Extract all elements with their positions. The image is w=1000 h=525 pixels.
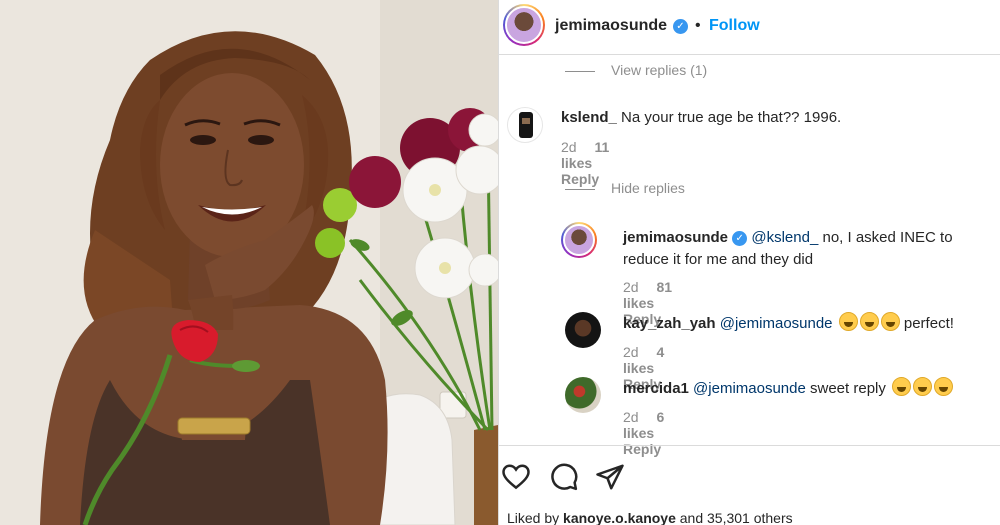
thread-dash: [565, 70, 595, 72]
view-replies-label: View replies (1): [611, 62, 708, 78]
reply-username[interactable]: kay_zah_yah: [623, 315, 716, 332]
follow-button[interactable]: Follow: [709, 17, 760, 35]
separator-dot: •: [695, 17, 701, 34]
hide-replies-toggle[interactable]: Hide replies: [565, 180, 685, 196]
commenter-avatar[interactable]: [507, 107, 543, 143]
tears-of-joy-emoji-icon: [913, 377, 933, 396]
heart-icon[interactable]: [501, 462, 531, 492]
tears-of-joy-emoji-icon: [880, 312, 900, 331]
comment-icon[interactable]: [549, 462, 579, 492]
comment-text: Na your true age be that?? 1996.: [621, 109, 842, 126]
reply-author-avatar[interactable]: [565, 377, 601, 413]
liked-by-user[interactable]: kanoye.o.kanoye: [563, 510, 676, 525]
reply-age: 2d: [623, 409, 639, 425]
verified-badge-icon: ✓: [732, 230, 748, 246]
liked-by-suffix[interactable]: and 35,301 others: [680, 510, 793, 525]
reply-author-avatar[interactable]: [561, 222, 597, 258]
verified-badge-icon: ✓: [673, 19, 688, 34]
reply-age: 2d: [623, 344, 639, 360]
reply-body: jemimaosunde ✓ @kslend_ no, I asked INEC…: [623, 227, 993, 271]
post-photo: [0, 0, 498, 525]
comment-age: 2d: [561, 139, 577, 155]
reply-mention[interactable]: @jemimaosunde: [693, 380, 806, 397]
woman-with-flowers-image: [0, 0, 498, 525]
reply-author-avatar[interactable]: [565, 312, 601, 348]
reply-text-line2: reduce it for me and they did: [623, 251, 814, 268]
reply-mention[interactable]: @kslend_: [751, 229, 818, 246]
thread-dash: [565, 188, 595, 190]
reply-text: sweet reply: [810, 380, 886, 397]
tears-of-joy-emoji-icon: [934, 377, 954, 396]
comments-panel: jemimaosunde ✓ • Follow View replies (1)…: [498, 0, 1000, 525]
reply-username[interactable]: mercida1: [623, 380, 689, 397]
reply-username[interactable]: jemimaosunde: [623, 229, 728, 246]
post-header: jemimaosunde ✓ • Follow: [499, 0, 1000, 54]
liked-by-prefix: Liked by: [507, 510, 560, 525]
tears-of-joy-emoji-icon: [859, 312, 879, 331]
tears-of-joy-emoji-icon: [838, 312, 858, 331]
header-divider: [499, 54, 1000, 55]
reply-age: 2d: [623, 279, 639, 295]
reply-text-line1: no, I asked INEC to: [822, 229, 953, 246]
reply-text: perfect!: [903, 315, 954, 332]
reply-body: mercida1 @jemimaosunde sweet reply: [623, 377, 954, 400]
comment-username[interactable]: kslend_: [561, 109, 617, 126]
view-replies-toggle[interactable]: View replies (1): [565, 62, 707, 78]
author-avatar[interactable]: [503, 4, 545, 46]
share-icon[interactable]: [595, 462, 625, 492]
comment-body: kslend_ Na your true age be that?? 1996.: [561, 107, 841, 129]
hide-replies-label: Hide replies: [611, 180, 685, 196]
reply-body: kay_zah_yah @jemimaosunde perfect!: [623, 312, 954, 335]
liked-by-row: Liked by kanoye.o.kanoye and 35,301 othe…: [507, 510, 793, 525]
author-username[interactable]: jemimaosunde: [555, 17, 667, 35]
reply-mention[interactable]: @jemimaosunde: [720, 315, 833, 332]
tears-of-joy-emoji-icon: [892, 377, 912, 396]
post-action-bar: [499, 445, 1000, 505]
